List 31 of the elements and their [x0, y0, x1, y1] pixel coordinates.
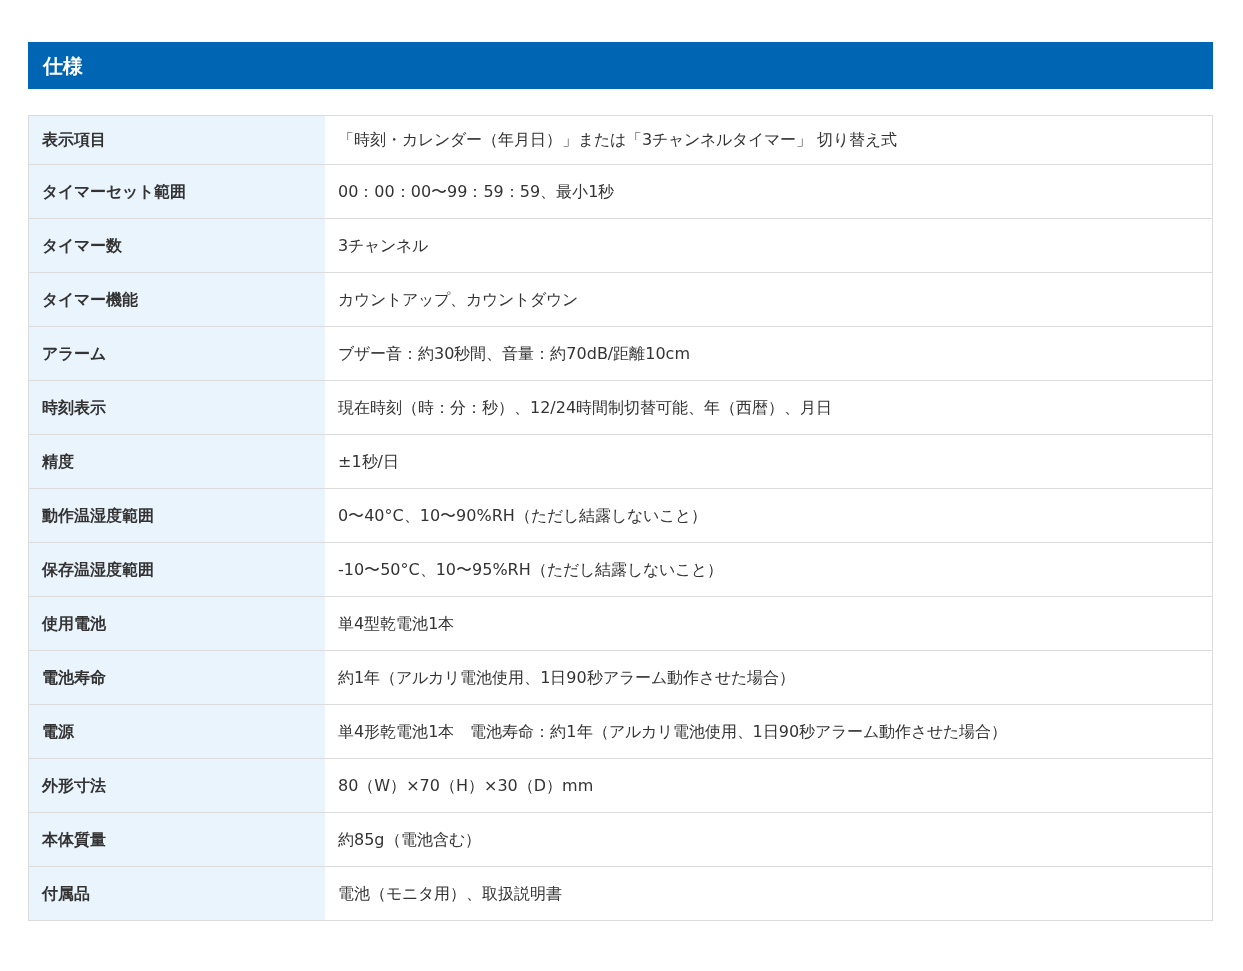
- spec-label-cell: 本体質量: [29, 813, 325, 866]
- spec-value: 約1年（アルカリ電池使用、1日90秒アラーム動作させた場合）: [338, 666, 795, 689]
- spec-value: 0〜40°C、10〜90%RH（ただし結露しないこと）: [338, 504, 707, 527]
- spec-value: 00：00：00〜99：59：59、最小1秒: [338, 180, 615, 203]
- spec-label-cell: アラーム: [29, 327, 325, 380]
- spec-label-cell: 使用電池: [29, 597, 325, 650]
- spec-value: カウントアップ、カウントダウン: [338, 288, 578, 311]
- spec-label-cell: 精度: [29, 435, 325, 488]
- spec-value: 電池（モニタ用）、取扱説明書: [338, 882, 562, 905]
- spec-value: 3チャンネル: [338, 234, 429, 257]
- spec-value: 現在時刻（時：分：秒）、12/24時間制切替可能、年（西暦）、月日: [338, 396, 833, 419]
- spec-label-cell: タイマー機能: [29, 273, 325, 326]
- spec-value: 単4型乾電池1本: [338, 612, 455, 635]
- spec-label-cell: 動作温湿度範囲: [29, 489, 325, 542]
- section-title: 仕様: [28, 42, 1213, 89]
- spec-value: ブザー音：約30秒間、音量：約70dB/距離10cm: [338, 342, 690, 365]
- spec-value: ±1秒/日: [338, 450, 399, 473]
- spec-label-cell: 保存温湿度範囲: [29, 543, 325, 596]
- spec-value: 80（W）×70（H）×30（D）mm: [338, 774, 594, 797]
- spec-label-cell: タイマー数: [29, 219, 325, 272]
- spec-label-cell: 表示項目: [29, 116, 325, 164]
- spec-value: 単4形乾電池1本 電池寿命：約1年（アルカリ電池使用、1日90秒アラーム動作させた場合）: [338, 720, 1008, 743]
- spec-label-cell: 電池寿命: [29, 651, 325, 704]
- spec-value: 「時刻・カレンダー（年月日）」または「3チャンネルタイマー」 切り替え式: [338, 129, 898, 151]
- spec-label-cell: 付属品: [29, 867, 325, 920]
- spec-value: 約85g（電池含む）: [338, 828, 481, 851]
- spec-label-cell: 時刻表示: [29, 381, 325, 434]
- spec-value: -10〜50°C、10〜95%RH（ただし結露しないこと）: [338, 558, 723, 581]
- spec-label-cell: 電源: [29, 705, 325, 758]
- spec-label-cell: タイマーセット範囲: [29, 165, 325, 218]
- spec-label-cell: 外形寸法: [29, 759, 325, 812]
